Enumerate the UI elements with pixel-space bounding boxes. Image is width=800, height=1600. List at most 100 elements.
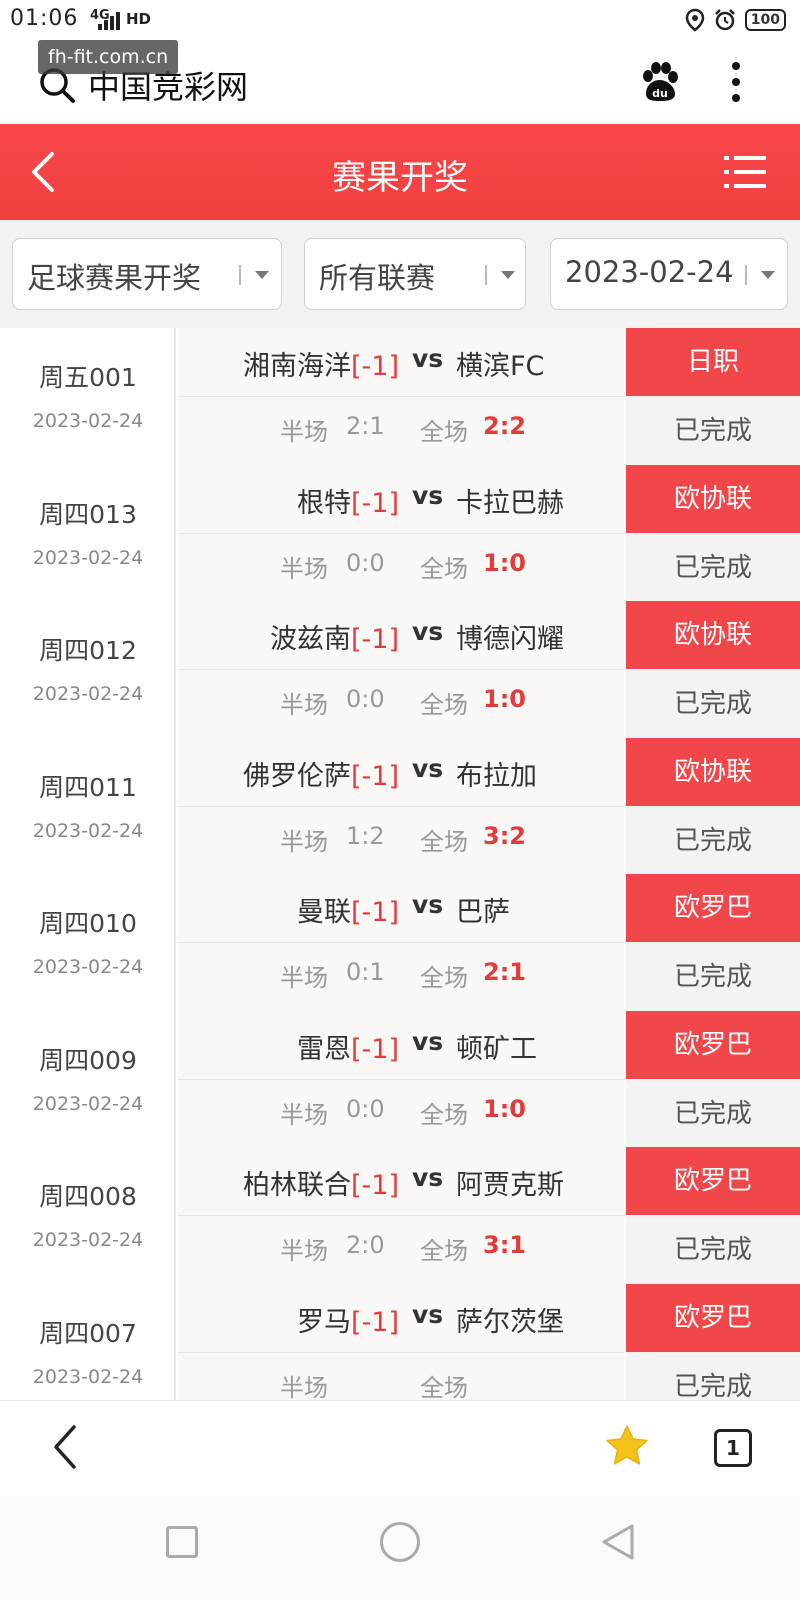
match-code: 周四010: [39, 909, 137, 938]
system-back-icon[interactable]: [598, 1522, 638, 1562]
baidu-paw-icon[interactable]: du: [638, 60, 682, 104]
away-team: 横滨FC: [456, 351, 545, 382]
row-divider: [178, 1215, 624, 1216]
match-code: 周四013: [39, 499, 137, 529]
full-time-score: 3:1: [483, 1231, 526, 1259]
half-time-score: 0:0: [346, 685, 385, 713]
row-divider: [178, 1078, 624, 1080]
handicap: [-1]: [351, 624, 399, 655]
away-team: 卡拉巴赫: [456, 487, 564, 519]
vs-label: vs: [412, 344, 444, 373]
teams-line: 柏林联合[-1] vs 阿贾克斯: [178, 1163, 624, 1203]
row-divider: [178, 805, 624, 807]
home-team-group: 罗马[-1]: [297, 1300, 399, 1339]
filter-bar: 足球赛果开奖 所有联赛 2023-02-24: [0, 220, 800, 328]
watermark: fh-fit.com.cn: [38, 40, 179, 74]
match-row[interactable]: 周四009 2023-02-24 雷恩[-1] vs 顿矿工 半场 0:0 全场…: [0, 1010, 800, 1151]
recent-apps-icon[interactable]: [166, 1526, 198, 1558]
match-date: 2023-02-24: [32, 410, 144, 432]
date-select[interactable]: 2023-02-24: [550, 238, 788, 310]
handicap: [-1]: [351, 897, 399, 928]
filter-divider: [745, 265, 747, 285]
match-info-cell: 周四013 2023-02-24: [0, 464, 176, 603]
match-row[interactable]: 周四007 2023-02-24 罗马[-1] vs 萨尔茨堡 半场 全场 欧罗…: [0, 1283, 800, 1401]
match-row[interactable]: 周四010 2023-02-24 曼联[-1] vs 巴萨 半场 0:1 全场 …: [0, 874, 800, 1014]
filter-divider: [239, 265, 241, 285]
match-date: 2023-02-24: [32, 546, 144, 569]
handicap: [-1]: [351, 1306, 399, 1338]
match-result-cell: 曼联[-1] vs 巴萨 半场 0:1 全场 2:1: [178, 874, 624, 1012]
home-team-group: 湘南海洋[-1]: [243, 344, 399, 383]
half-time-label: 半场: [280, 1100, 328, 1129]
match-info-cell: 周四011 2023-02-24: [0, 737, 176, 876]
match-status: 已完成: [626, 1078, 800, 1149]
away-team: 顿矿工: [456, 1033, 537, 1065]
league-status-cell: 欧罗巴 已完成: [626, 1283, 800, 1400]
dropdown-arrow-icon: [255, 271, 269, 279]
score-line: 半场 0:1 全场 2:1: [178, 958, 624, 994]
league-select-label: 所有联赛: [319, 261, 436, 295]
row-divider: [178, 532, 624, 534]
vs-label: vs: [412, 480, 444, 510]
more-icon[interactable]: [730, 60, 742, 104]
score-line: 半场 0:0 全场 1:0: [178, 1095, 624, 1131]
away-team: 阿贾克斯: [456, 1170, 564, 1201]
match-result-cell: 波兹南[-1] vs 博德闪耀 半场 0:0 全场 1:0: [178, 601, 624, 739]
half-time-label: 半场: [280, 418, 328, 446]
score-line: 半场 全场: [178, 1368, 624, 1401]
match-date: 2023-02-24: [32, 819, 144, 842]
match-row[interactable]: 周四012 2023-02-24 波兹南[-1] vs 博德闪耀 半场 0:0 …: [0, 601, 800, 741]
match-date: 2023-02-24: [32, 683, 144, 705]
score-line: 半场 0:0 全场 1:0: [178, 549, 624, 585]
match-row[interactable]: 周四011 2023-02-24 佛罗伦萨[-1] vs 布拉加 半场 1:2 …: [0, 737, 800, 878]
away-team: 博德闪耀: [456, 624, 564, 655]
league-status-cell: 欧协联 已完成: [626, 464, 800, 603]
star-icon[interactable]: [604, 1423, 650, 1469]
filter-divider: [485, 265, 487, 285]
teams-line: 佛罗伦萨[-1] vs 布拉加: [178, 754, 624, 794]
league-select[interactable]: 所有联赛: [304, 238, 526, 310]
match-row[interactable]: 周五001 2023-02-24 湘南海洋[-1] vs 横滨FC 半场 2:1…: [0, 328, 800, 468]
full-time-label: 全场: [420, 418, 468, 446]
dropdown-arrow-icon: [761, 271, 775, 279]
home-team: 曼联: [297, 897, 351, 928]
half-time-score: 0:0: [346, 548, 385, 577]
league-tag: 欧协联: [626, 464, 800, 533]
home-team-group: 雷恩[-1]: [297, 1027, 399, 1066]
league-tag: 欧罗巴: [626, 1147, 800, 1215]
away-team: 布拉加: [456, 760, 537, 792]
half-time-label: 半场: [280, 554, 328, 583]
match-info-cell: 周四007 2023-02-24: [0, 1283, 176, 1400]
hd-indicator: HD: [126, 10, 152, 28]
half-time-score: 0:0: [346, 1094, 385, 1123]
half-time-score: 2:1: [346, 412, 385, 440]
row-divider: [178, 1351, 624, 1353]
match-status: 已完成: [626, 1215, 800, 1285]
league-status-cell: 欧罗巴 已完成: [626, 1010, 800, 1149]
full-time-label: 全场: [420, 1373, 468, 1401]
half-time-score: 2:0: [346, 1231, 385, 1259]
match-row[interactable]: 周四008 2023-02-24 柏林联合[-1] vs 阿贾克斯 半场 2:0…: [0, 1147, 800, 1287]
match-row[interactable]: 周四013 2023-02-24 根特[-1] vs 卡拉巴赫 半场 0:0 全…: [0, 464, 800, 605]
teams-line: 根特[-1] vs 卡拉巴赫: [178, 481, 624, 521]
handicap: [-1]: [351, 760, 399, 792]
date-select-label: 2023-02-24: [565, 255, 734, 289]
home-team: 佛罗伦萨: [243, 760, 351, 792]
score-line: 半场 2:1 全场 2:2: [178, 412, 624, 448]
home-icon[interactable]: [380, 1522, 420, 1562]
svg-text:du: du: [652, 87, 668, 100]
full-time-label: 全场: [420, 964, 468, 992]
sport-type-label: 足球赛果开奖: [27, 261, 202, 295]
match-code: 周四009: [39, 1045, 137, 1075]
browser-back-icon[interactable]: [48, 1423, 84, 1471]
match-status: 已完成: [626, 805, 800, 876]
home-team-group: 佛罗伦萨[-1]: [243, 754, 399, 793]
menu-icon[interactable]: [724, 152, 766, 192]
tabs-icon[interactable]: 1: [714, 1429, 752, 1467]
sport-type-select[interactable]: 足球赛果开奖: [12, 238, 282, 310]
league-status-cell: 欧罗巴 已完成: [626, 1147, 800, 1285]
full-time-label: 全场: [420, 827, 468, 856]
handicap: [-1]: [351, 351, 399, 382]
match-info-cell: 周四009 2023-02-24: [0, 1010, 176, 1149]
match-status: 已完成: [626, 669, 800, 739]
